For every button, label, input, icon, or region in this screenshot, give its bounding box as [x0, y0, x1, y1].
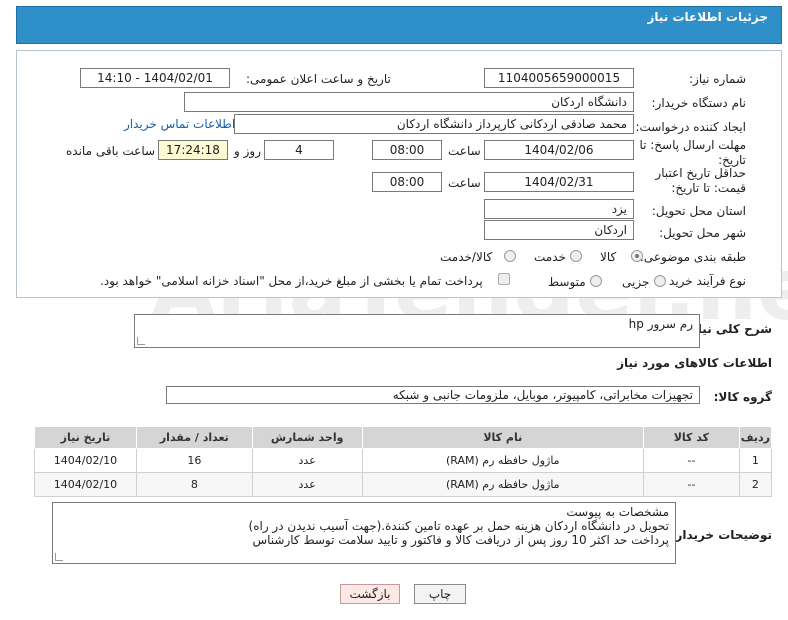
treasury-checkbox[interactable]: [498, 273, 510, 285]
resize-handle-icon[interactable]: [55, 553, 63, 561]
summary-textarea[interactable]: رم سرور hp: [134, 314, 700, 348]
process-medium-label: متوسط: [548, 275, 586, 289]
col-header-date: تاریخ نیاز: [34, 426, 137, 449]
buyer-notes-label: توضیحات خریدار:: [670, 528, 772, 542]
cell-qty: 8: [135, 472, 253, 497]
cell-code: --: [642, 448, 740, 473]
process-label: نوع فرآیند خرید :: [661, 274, 746, 288]
category-service-label: خدمت: [534, 250, 566, 264]
print-button[interactable]: چاپ: [414, 584, 466, 604]
category-goods-service-radio[interactable]: [504, 250, 516, 262]
cell-name: ماژول حافظه رم (RAM): [361, 448, 644, 473]
cell-name: ماژول حافظه رم (RAM): [361, 472, 644, 497]
goods-section-title: اطلاعات کالاهای مورد نیاز: [617, 356, 772, 370]
back-button[interactable]: بازگشت: [340, 584, 400, 604]
city-label: شهر محل تحویل:: [659, 226, 746, 240]
category-goods-radio[interactable]: [631, 250, 643, 262]
cell-code: --: [642, 472, 740, 497]
buyer-notes-line: تحویل در دانشگاه اردکان هزینه حمل بر عهد…: [248, 519, 669, 533]
need-number-label: شماره نیاز:: [689, 72, 746, 86]
remaining-time-field: 17:24:18: [158, 140, 228, 160]
cell-row-number: 2: [738, 472, 773, 497]
buyer-notes-line: پرداخت حد اکثر 10 روز پس از دریافت کالا …: [252, 533, 670, 547]
col-header-row-number: ردیف: [738, 426, 773, 449]
table-row[interactable]: 1 -- ماژول حافظه رم (RAM) عدد 16 1404/02…: [34, 448, 773, 473]
process-minor-radio[interactable]: [654, 275, 666, 287]
cell-date: 1404/02/10: [34, 448, 137, 473]
page-title: جزئیات اطلاعات نیاز: [647, 10, 768, 24]
category-goods-label: کالا: [600, 250, 617, 264]
category-service-radio[interactable]: [570, 250, 582, 262]
cell-date: 1404/02/10: [34, 472, 137, 497]
table-header-row: ردیف کد کالا نام کالا واحد شمارش تعداد /…: [34, 426, 773, 449]
col-header-unit: واحد شمارش: [251, 426, 363, 449]
deadline-label: مهلت ارسال پاسخ: تا تاریخ:: [639, 138, 746, 167]
category-label: طبقه بندی موضوعی:: [639, 250, 746, 264]
items-table: ردیف کد کالا نام کالا واحد شمارش تعداد /…: [34, 426, 773, 497]
contact-info-link[interactable]: اطلاعات تماس خریدار: [124, 117, 235, 131]
price-validity-date-field[interactable]: 1404/02/31: [484, 172, 634, 192]
price-validity-time-field[interactable]: 08:00: [372, 172, 442, 192]
price-validity-label: حداقل تاریخ اعتبار قیمت: تا تاریخ:: [655, 166, 746, 195]
payment-note: پرداخت تمام یا بخشی از مبلغ خرید،از محل …: [100, 274, 483, 288]
price-validity-time-label: ساعت: [448, 176, 481, 190]
requester-field[interactable]: محمد صادقی اردکانی کارپرداز دانشگاه اردک…: [234, 114, 634, 134]
cell-row-number: 1: [738, 448, 773, 473]
announce-field[interactable]: 1404/02/01 - 14:10: [80, 68, 230, 88]
summary-text: رم سرور hp: [628, 317, 693, 331]
cell-qty: 16: [135, 448, 253, 473]
province-field[interactable]: یزد: [484, 199, 634, 219]
announce-label: تاریخ و ساعت اعلان عمومی:: [246, 72, 391, 86]
col-header-qty: تعداد / مقدار: [135, 426, 253, 449]
buyer-org-label: نام دستگاه خریدار:: [651, 96, 747, 110]
process-medium-radio[interactable]: [590, 275, 602, 287]
city-field[interactable]: اردکان: [484, 220, 634, 240]
cell-unit: عدد: [251, 472, 363, 497]
province-label: استان محل تحویل:: [651, 204, 746, 218]
goods-group-field[interactable]: تجهیزات مخابراتی، کامپیوتر، موبایل، ملزو…: [166, 386, 700, 404]
cell-unit: عدد: [251, 448, 363, 473]
category-goods-service-label: کالا/خدمت: [440, 250, 493, 264]
col-header-name: نام کالا: [361, 426, 644, 449]
days-field[interactable]: 4: [264, 140, 334, 160]
days-label: روز و: [234, 144, 261, 158]
deadline-time-label: ساعت: [448, 144, 481, 158]
need-number-field[interactable]: 1104005659000015: [484, 68, 634, 88]
buyer-notes-line: مشخصات به پیوست: [566, 505, 669, 519]
resize-handle-icon[interactable]: [137, 337, 145, 345]
remaining-time-label: ساعت باقی مانده: [66, 144, 156, 158]
requester-label: ایجاد کننده درخواست:: [635, 120, 746, 134]
buyer-org-field[interactable]: دانشگاه اردکان: [184, 92, 634, 112]
deadline-date-field[interactable]: 1404/02/06: [484, 140, 634, 160]
col-header-code: کد کالا: [642, 426, 740, 449]
table-row[interactable]: 2 -- ماژول حافظه رم (RAM) عدد 8 1404/02/…: [34, 472, 773, 497]
goods-group-label: گروه کالا:: [713, 390, 772, 404]
deadline-time-field[interactable]: 08:00: [372, 140, 442, 160]
buyer-notes-textarea[interactable]: مشخصات به پیوست تحویل در دانشگاه اردکان …: [52, 502, 676, 564]
process-minor-label: جزیی: [622, 275, 650, 289]
